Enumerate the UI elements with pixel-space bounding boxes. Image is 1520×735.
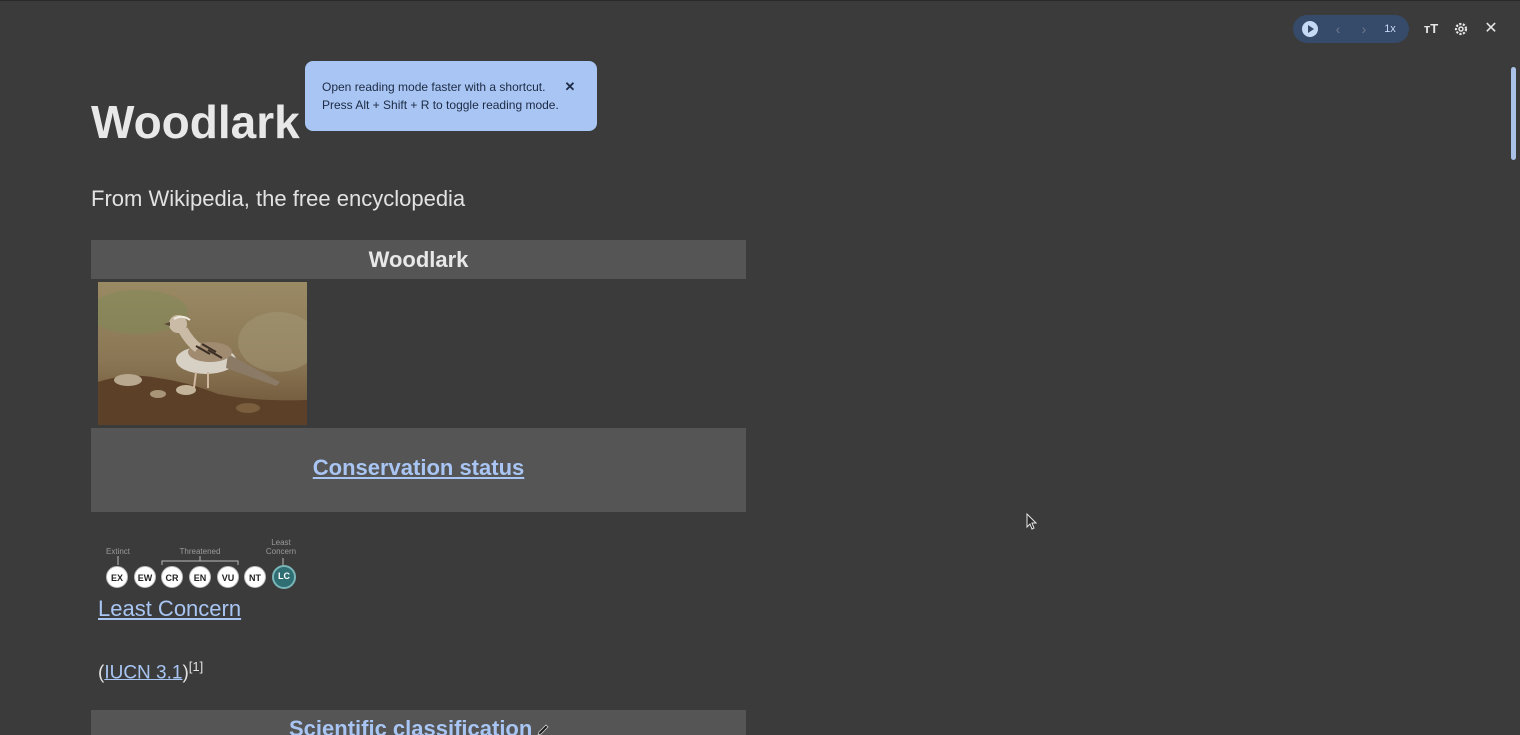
read-aloud-player: ‹ › 1x	[1293, 15, 1409, 43]
iucn-version-link[interactable]: IUCN 3.1	[104, 662, 182, 683]
close-icon[interactable]: ✕	[1481, 19, 1501, 39]
next-button[interactable]: ›	[1356, 20, 1372, 38]
window-top-border	[0, 0, 1520, 1]
play-button[interactable]	[1302, 21, 1318, 37]
citation-ref[interactable]: [1]	[189, 659, 203, 674]
font-size-icon[interactable]: ᴛT	[1421, 19, 1441, 39]
status-circle-nt: NT	[244, 566, 266, 588]
status-circle-lc-selected: LC	[272, 565, 296, 589]
status-circle-cr: CR	[161, 566, 183, 588]
tooltip-text: Open reading mode faster with a shortcut…	[322, 78, 562, 114]
speed-button[interactable]: 1x	[1380, 21, 1400, 37]
status-circle-vu: VU	[217, 566, 239, 588]
previous-button[interactable]: ‹	[1330, 20, 1346, 38]
page-title: Woodlark	[91, 96, 300, 148]
pencil-icon[interactable]	[535, 722, 551, 735]
scientific-classification-link[interactable]: Scientific classification	[289, 716, 532, 735]
conservation-status-link[interactable]: Conservation status	[91, 455, 746, 481]
page-subtitle: From Wikipedia, the free encyclopedia	[91, 186, 466, 211]
status-circle-en: EN	[189, 566, 211, 588]
iucn-status-scale[interactable]: Extinct Threatened Least Concern EX EW C…	[100, 536, 310, 592]
shortcut-tooltip: Open reading mode faster with a shortcut…	[305, 61, 597, 131]
conservation-status-band: Conservation status	[91, 428, 746, 512]
scientific-classification-band: Scientific classification	[91, 710, 746, 735]
tooltip-line-1: Open reading mode faster with a shortcut…	[322, 80, 546, 94]
status-circle-ew: EW	[134, 566, 156, 588]
status-circle-ex: EX	[106, 566, 128, 588]
tooltip-close-icon[interactable]: ✕	[562, 79, 578, 95]
bird-photo[interactable]	[98, 282, 307, 425]
mouse-pointer-icon	[1026, 512, 1038, 531]
infobox-header: Woodlark	[91, 240, 746, 279]
tooltip-line-2: Press Alt + Shift + R to toggle reading …	[322, 98, 559, 112]
gear-icon[interactable]	[1451, 19, 1471, 39]
iucn-reference: (IUCN 3.1)[1]	[98, 655, 203, 685]
least-concern-link[interactable]: Least Concern	[98, 596, 241, 622]
scrollbar-thumb[interactable]	[1511, 67, 1516, 160]
